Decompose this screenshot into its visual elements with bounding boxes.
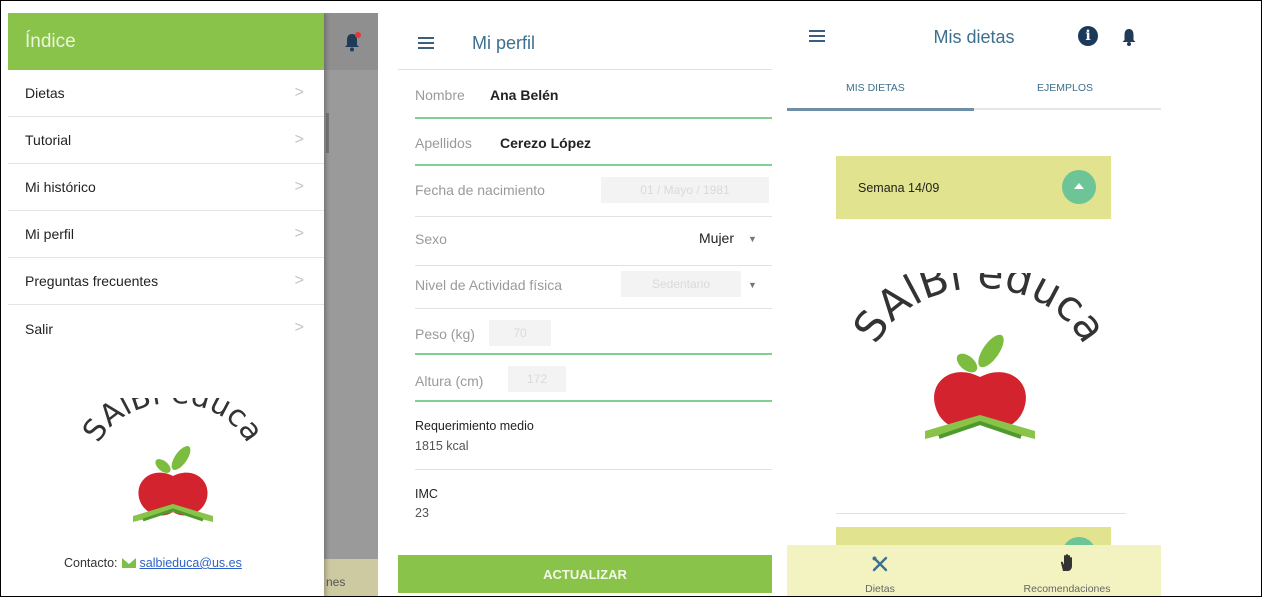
tab-mis-dietas[interactable]: MIS DIETAS	[846, 82, 905, 94]
profile-app-bar: Mi perfil	[398, 13, 772, 70]
actividad-field[interactable]: Nivel de Actividad física Sedentario ▼	[415, 271, 772, 313]
menu-item-label: Tutorial	[25, 132, 72, 148]
mail-icon	[121, 558, 136, 568]
contact-label: Contacto:	[64, 556, 118, 570]
hand-icon	[1060, 554, 1072, 571]
nav-recomendaciones[interactable]: Recomendaciones	[1007, 545, 1127, 597]
salbi-educa-logo: SAlBi educa	[845, 273, 1115, 439]
hamburger-menu-icon[interactable]	[418, 37, 434, 49]
chevron-right-icon: >	[294, 131, 304, 148]
notification-bell-icon[interactable]	[341, 31, 363, 53]
apellidos-field[interactable]: Apellidos Cerezo López	[415, 131, 772, 167]
background-tab-text: nes	[326, 575, 346, 589]
divider	[415, 469, 772, 470]
menu-item-preguntas[interactable]: Preguntas frecuentes >	[8, 258, 324, 305]
chevron-right-icon: >	[294, 84, 304, 101]
contact-line: Contacto: salbieduca@us.es	[64, 556, 242, 570]
svg-text:SAlBi educa: SAlBi educa	[845, 273, 1115, 351]
expand-up-icon[interactable]	[1062, 170, 1096, 204]
field-value: Ana Belén	[490, 87, 559, 103]
altura-field[interactable]: Altura (cm) 172	[415, 363, 772, 403]
divider	[415, 265, 772, 266]
background-bottom-tab: nes	[324, 559, 378, 597]
drawer-menu: Dietas > Tutorial > Mi histórico > Mi perfi…	[8, 70, 324, 352]
dropdown-caret-icon: ▼	[748, 234, 757, 244]
salbi-educa-logo: SAlBi educa	[76, 398, 270, 522]
drawer-title: Índice	[25, 31, 76, 52]
field-label: Peso (kg)	[415, 326, 475, 342]
menu-item-label: Mi histórico	[25, 179, 96, 195]
tab-ejemplos[interactable]: EJEMPLOS	[1037, 82, 1093, 94]
sexo-select-value[interactable]: Mujer	[699, 230, 734, 246]
page-title: Mi perfil	[472, 33, 536, 53]
menu-drawer-screen: nes Índice Dietas > Tutorial > Mi históric…	[8, 13, 378, 597]
dropdown-caret-icon: ▼	[748, 280, 757, 290]
field-underline	[415, 353, 772, 355]
menu-item-label: Preguntas frecuentes	[25, 273, 159, 289]
actividad-select[interactable]: Sedentario	[621, 271, 741, 297]
altura-input[interactable]: 172	[508, 366, 566, 392]
sexo-field[interactable]: Sexo Mujer ▼	[415, 225, 772, 267]
field-value: Cerezo López	[500, 135, 592, 151]
menu-item-label: Mi perfil	[25, 226, 75, 242]
peso-input[interactable]: 70	[489, 320, 551, 346]
menu-item-historico[interactable]: Mi histórico >	[8, 164, 324, 211]
week-card[interactable]: Semana 14/09	[836, 156, 1111, 219]
field-label: Nombre	[415, 87, 465, 103]
menu-item-dietas[interactable]: Dietas >	[8, 70, 324, 117]
date-picker[interactable]: 01 / Mayo / 1981	[601, 177, 769, 203]
background-scrollbar	[326, 113, 329, 153]
svg-text:SAlBi educa: SAlBi educa	[76, 398, 270, 448]
menu-item-perfil[interactable]: Mi perfil >	[8, 211, 324, 258]
imc-label: IMC	[415, 487, 438, 501]
active-tab-indicator	[787, 108, 974, 111]
field-label: Altura (cm)	[415, 373, 484, 389]
divider	[836, 513, 1126, 514]
navigation-drawer: Índice Dietas > Tutorial > Mi histórico > M…	[8, 13, 324, 597]
field-underline	[415, 164, 772, 166]
nav-dietas[interactable]: Dietas	[847, 545, 913, 597]
cutlery-icon	[872, 556, 888, 572]
imc-value: 23	[415, 506, 429, 520]
menu-item-label: Dietas	[25, 85, 65, 101]
diets-screen: Mis dietas i MIS DIETAS EJEMPLOS Semana …	[787, 13, 1161, 597]
requerimiento-value: 1815 kcal	[415, 439, 469, 453]
divider	[415, 216, 772, 217]
week-label: Semana 14/09	[858, 181, 940, 195]
tab-bar: MIS DIETAS EJEMPLOS	[787, 70, 1161, 111]
field-label: Fecha de nacimiento	[415, 182, 545, 198]
chevron-right-icon: >	[294, 178, 304, 195]
chevron-right-icon: >	[294, 272, 304, 289]
bottom-navigation: Dietas Recomendaciones	[787, 545, 1161, 597]
field-label: Sexo	[415, 231, 447, 247]
notification-bell-icon[interactable]	[1119, 27, 1139, 47]
field-label: Nivel de Actividad física	[415, 277, 563, 293]
divider	[415, 308, 772, 309]
page-title: Mis dietas	[933, 27, 1015, 47]
nombre-field[interactable]: Nombre Ana Belén	[415, 83, 772, 119]
menu-item-tutorial[interactable]: Tutorial >	[8, 117, 324, 164]
field-label: Apellidos	[415, 135, 472, 151]
nav-label: Dietas	[865, 583, 895, 595]
field-underline	[415, 117, 772, 119]
nav-label: Recomendaciones	[1023, 583, 1111, 595]
menu-item-salir[interactable]: Salir >	[8, 305, 324, 352]
menu-item-label: Salir	[25, 320, 54, 337]
requerimiento-label: Requerimiento medio	[415, 419, 534, 433]
update-button[interactable]: ACTUALIZAR	[398, 555, 772, 593]
contact-email-link[interactable]: salbieduca@us.es	[140, 556, 242, 570]
chevron-right-icon: >	[294, 225, 304, 242]
field-underline	[415, 400, 772, 402]
drawer-header: Índice	[8, 13, 324, 70]
fecha-nacimiento-field[interactable]: Fecha de nacimiento 01 / Mayo / 1981	[415, 175, 772, 217]
profile-screen: Mi perfil Nombre Ana Belén Apellidos Cer…	[398, 13, 772, 597]
chevron-right-icon: >	[294, 319, 304, 336]
info-icon[interactable]: i	[1078, 26, 1098, 46]
peso-field[interactable]: Peso (kg) 70	[415, 316, 772, 356]
